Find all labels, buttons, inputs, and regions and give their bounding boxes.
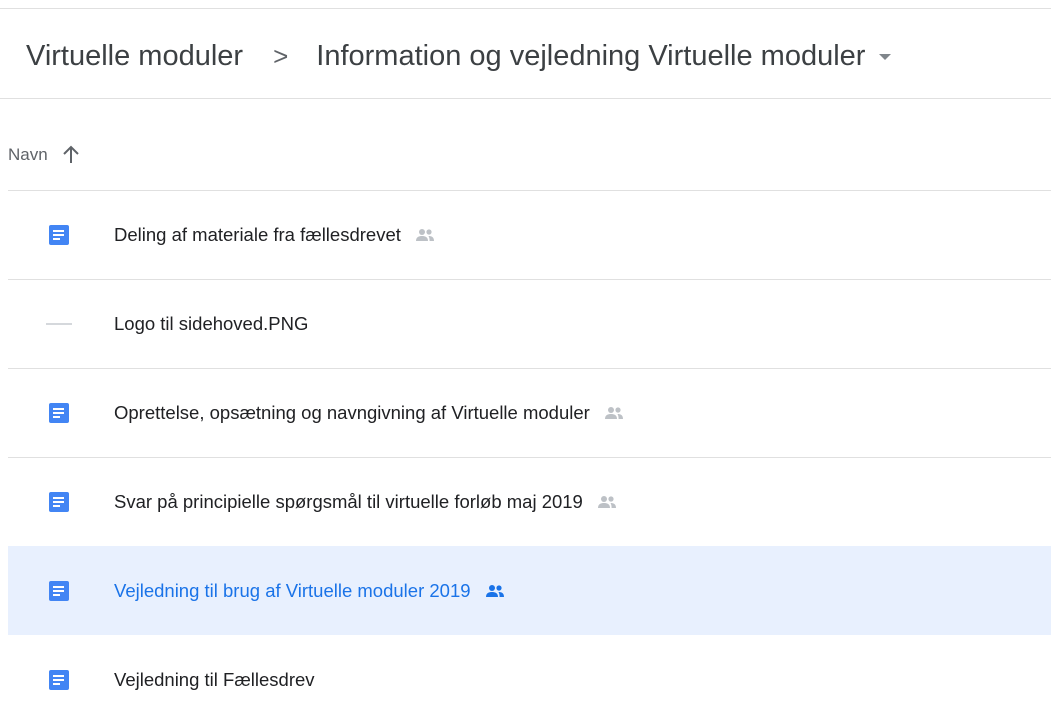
docs-icon <box>46 222 72 248</box>
breadcrumb-parent[interactable]: Virtuelle moduler <box>26 40 243 73</box>
file-row[interactable]: Oprettelse, opsætning og navngivning af … <box>8 368 1051 457</box>
file-name-label: Deling af materiale fra fællesdrevet <box>114 224 401 245</box>
header-divider <box>0 98 1051 99</box>
breadcrumb: Virtuelle moduler > Information og vejle… <box>26 32 892 80</box>
file-name-label: Logo til sidehoved.PNG <box>114 313 309 334</box>
file-name: Vejledning til brug af Virtuelle moduler… <box>114 580 505 602</box>
file-name: Logo til sidehoved.PNG <box>114 313 308 335</box>
file-name: Svar på principielle spørgsmål til virtu… <box>114 491 617 513</box>
file-row[interactable]: Logo til sidehoved.PNG <box>8 279 1051 368</box>
file-name: Vejledning til Fællesdrev <box>114 669 315 691</box>
file-list: Deling af materiale fra fællesdrevet Logo… <box>8 190 1051 724</box>
file-row[interactable]: Vejledning til Fællesdrev <box>8 635 1051 724</box>
top-divider <box>0 8 1051 9</box>
breadcrumb-separator-icon: > <box>273 40 289 71</box>
file-row[interactable]: Deling af materiale fra fællesdrevet <box>8 190 1051 279</box>
breadcrumb-current-folder[interactable]: Information og vejledning Virtuelle modu… <box>316 39 892 73</box>
docs-icon <box>46 400 72 426</box>
docs-icon <box>46 489 72 515</box>
shared-people-icon <box>415 229 434 241</box>
file-name-label: Oprettelse, opsætning og navngivning af … <box>114 402 590 423</box>
caret-down-icon[interactable] <box>879 54 892 60</box>
shared-people-icon <box>485 585 504 597</box>
shared-people-icon <box>597 496 616 508</box>
file-name: Deling af materiale fra fællesdrevet <box>114 224 435 246</box>
docs-icon <box>46 578 72 604</box>
file-name-label: Vejledning til brug af Virtuelle moduler… <box>114 580 471 601</box>
docs-icon <box>46 667 72 693</box>
file-name-label: Vejledning til Fællesdrev <box>114 669 315 690</box>
image-thumbnail-icon <box>46 311 72 337</box>
arrow-up-icon[interactable] <box>62 145 80 165</box>
shared-people-icon <box>604 407 623 419</box>
file-row[interactable]: Svar på principielle spørgsmål til virtu… <box>8 457 1051 546</box>
file-row[interactable]: Vejledning til brug af Virtuelle moduler… <box>8 546 1051 635</box>
name-column-label: Navn <box>8 145 48 164</box>
name-column-header[interactable]: Navn <box>8 140 80 170</box>
breadcrumb-current-label: Information og vejledning Virtuelle modu… <box>316 39 866 72</box>
file-name: Oprettelse, opsætning og navngivning af … <box>114 402 624 424</box>
file-name-label: Svar på principielle spørgsmål til virtu… <box>114 491 583 512</box>
